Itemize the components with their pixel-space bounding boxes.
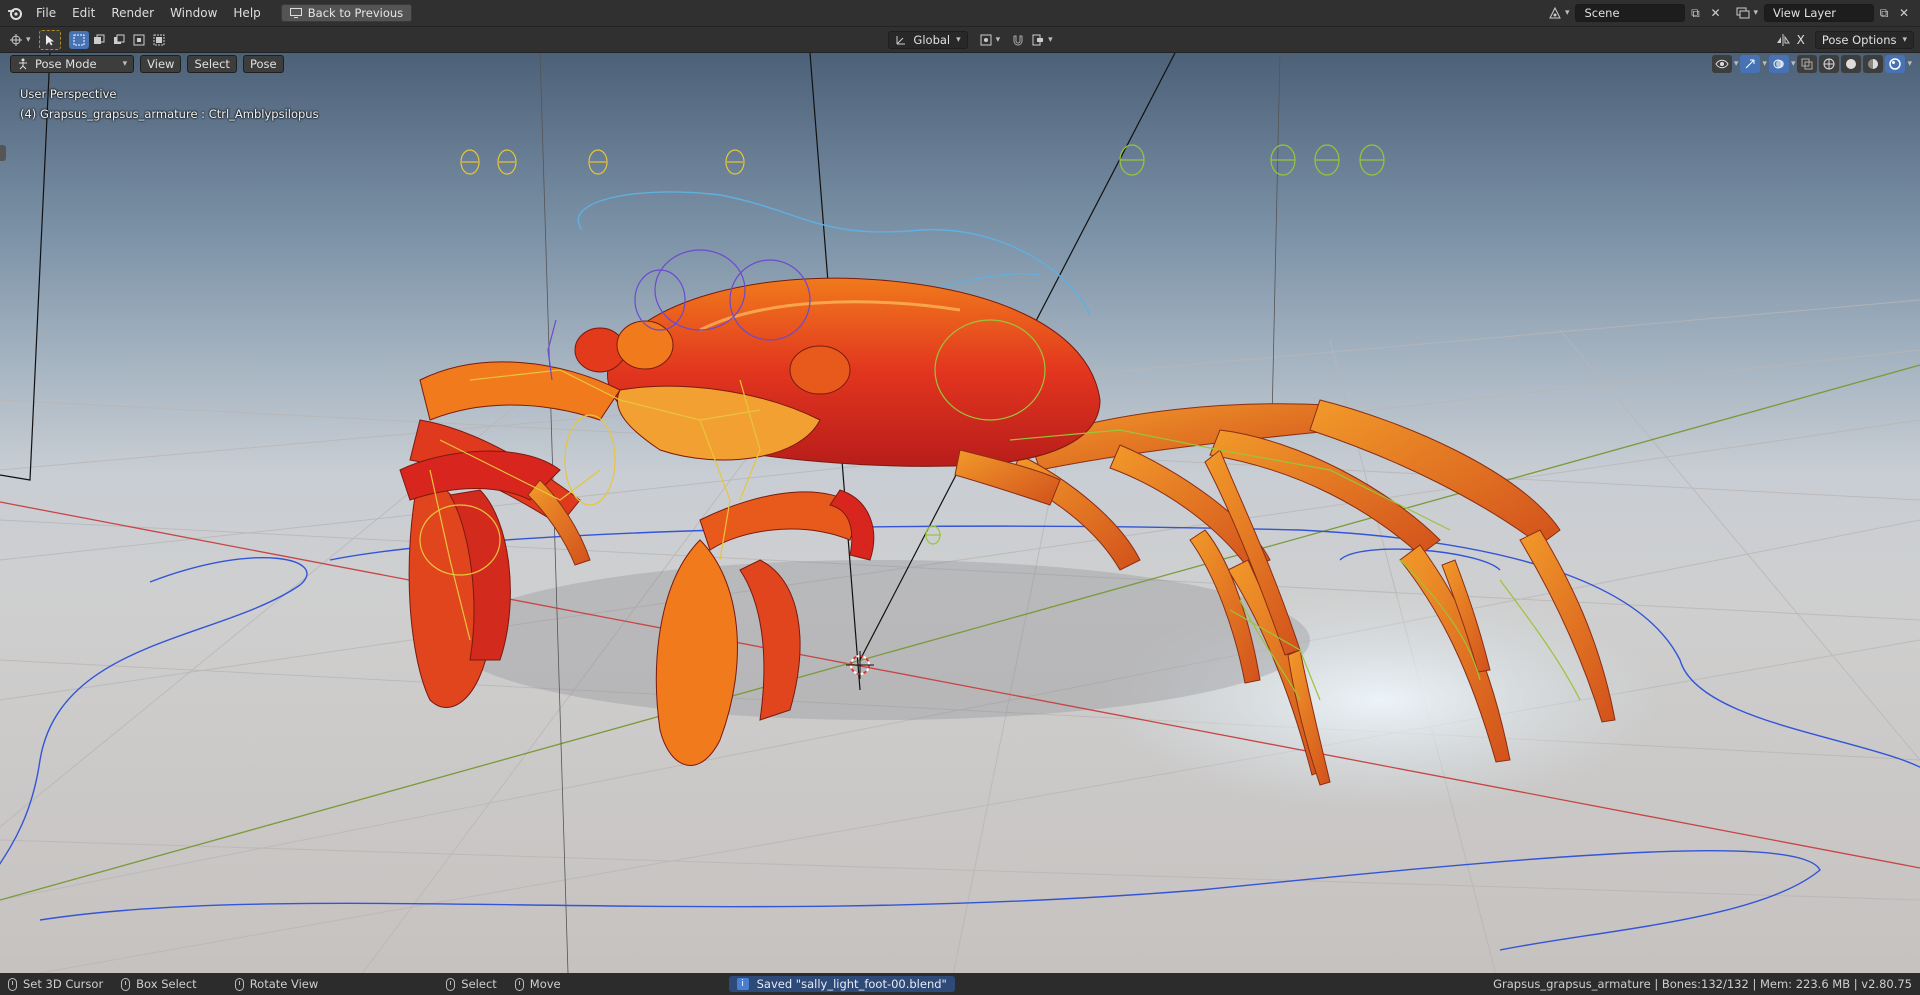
3d-viewport[interactable]: Pose Mode ▾ View Select Pose ▾ ▾ ▾ ▾ Use…	[0, 53, 1920, 973]
select-menu[interactable]: Select	[187, 55, 237, 73]
hint-label: Set 3D Cursor	[23, 977, 104, 991]
hint-label: Box Select	[136, 977, 197, 991]
select-extend-icon[interactable]	[89, 31, 109, 49]
snap-target-icon[interactable]	[1028, 31, 1048, 49]
close-scene-icon[interactable]: ✕	[1705, 4, 1725, 22]
editor-type-icon[interactable]	[6, 31, 26, 49]
chevron-down-icon[interactable]: ▾	[1762, 59, 1767, 69]
wireframe-shading-icon[interactable]	[1819, 55, 1840, 73]
view-layer-name-field[interactable]: View Layer	[1764, 4, 1874, 22]
rendered-shading-icon[interactable]	[1885, 55, 1906, 73]
new-scene-icon[interactable]: ⧉	[1685, 4, 1705, 22]
pose-options-label: Pose Options	[1821, 32, 1897, 47]
hint-set-3d-cursor: Set 3D Cursor	[8, 977, 103, 991]
select-new-icon[interactable]	[68, 30, 89, 49]
x-mirror-toggle[interactable]: X	[1793, 33, 1809, 47]
toolbar-toggle-tab[interactable]	[0, 145, 6, 161]
chevron-down-icon[interactable]: ▾	[1048, 35, 1053, 45]
orientation-icon	[896, 35, 906, 44]
pose-mode-icon	[19, 58, 27, 70]
solid-shading-icon[interactable]	[1841, 55, 1862, 73]
viewport-scene	[0, 53, 1920, 973]
mirror-icon[interactable]	[1773, 31, 1793, 49]
chevron-down-icon[interactable]: ▾	[1791, 59, 1796, 69]
close-view-layer-icon[interactable]: ✕	[1894, 4, 1914, 22]
overlays-icon[interactable]	[1768, 55, 1789, 73]
mouse-left-icon	[8, 977, 17, 991]
scene-browse-icon[interactable]	[1545, 4, 1565, 22]
select-intersect-icon[interactable]	[149, 31, 169, 49]
mouse-right-icon	[121, 977, 131, 991]
active-object-label: (4) Grapsus_grapsus_armature : Ctrl_Ambl…	[20, 107, 319, 121]
tool-header: ▾ Global ▾ ▾ ▾ X Pose Options ▾	[0, 26, 1920, 52]
mouse-left-icon	[446, 977, 456, 991]
menu-window[interactable]: Window	[162, 3, 225, 23]
chevron-down-icon[interactable]: ▾	[1734, 59, 1739, 69]
screen-icon	[289, 8, 302, 18]
back-to-previous-label: Back to Previous	[307, 6, 404, 20]
hint-label: Rotate View	[249, 977, 319, 991]
xray-toggle-icon[interactable]	[1797, 55, 1818, 73]
viewport-header-left: Pose Mode ▾ View Select Pose	[10, 55, 284, 73]
scene-statistics: Grapsus_grapsus_armature | Bones:132/132…	[1493, 977, 1912, 991]
info-icon: i	[736, 978, 749, 990]
hint-label: Select	[461, 977, 497, 991]
menu-render[interactable]: Render	[103, 3, 162, 23]
hint-select: Select	[446, 977, 497, 991]
blender-logo-icon[interactable]	[6, 4, 24, 22]
pose-menu[interactable]: Pose	[242, 55, 284, 73]
view-menu[interactable]: View	[140, 55, 182, 73]
hint-rotate-view: Rotate View	[234, 977, 319, 991]
select-tool-icon[interactable]	[38, 29, 61, 50]
menu-file[interactable]: File	[28, 3, 64, 23]
transform-orientation-label: Global	[913, 32, 951, 47]
hint-label: Move	[529, 977, 561, 991]
view-layer-browse-icon[interactable]	[1733, 4, 1753, 22]
status-bar: Set 3D Cursor Box Select Rotate View Sel…	[0, 973, 1920, 995]
chevron-down-icon: ▾	[1902, 34, 1908, 45]
visibility-eye-icon[interactable]	[1711, 55, 1732, 73]
transform-orientation-dropdown[interactable]: Global ▾	[888, 30, 968, 49]
back-to-previous-button[interactable]: Back to Previous	[280, 4, 413, 22]
hint-box-select: Box Select	[121, 977, 197, 991]
new-view-layer-icon[interactable]: ⧉	[1874, 4, 1894, 22]
hint-move: Move	[514, 977, 561, 991]
chevron-down-icon[interactable]: ▾	[1565, 8, 1570, 18]
menu-help[interactable]: Help	[225, 3, 268, 23]
mode-label: Pose Mode	[35, 57, 97, 71]
select-subtract-icon[interactable]	[109, 31, 129, 49]
mode-dropdown[interactable]: Pose Mode ▾	[10, 55, 135, 73]
perspective-label: User Perspective	[20, 87, 117, 101]
pivot-point-icon[interactable]	[976, 31, 996, 49]
viewport-header-right: ▾ ▾ ▾ ▾	[1711, 55, 1912, 73]
report-message[interactable]: i Saved "sally_light_foot-00.blend"	[728, 976, 955, 992]
top-bar: File Edit Render Window Help Back to Pre…	[0, 0, 1920, 26]
material-shading-icon[interactable]	[1863, 55, 1884, 73]
crab-shadow	[450, 560, 1310, 720]
chevron-down-icon: ▾	[122, 59, 128, 69]
chevron-down-icon: ▾	[956, 34, 961, 45]
chevron-down-icon[interactable]: ▾	[1907, 59, 1912, 69]
gizmo-icon[interactable]	[1740, 55, 1761, 73]
chevron-down-icon[interactable]: ▾	[996, 35, 1001, 45]
select-invert-icon[interactable]	[129, 31, 149, 49]
menu-edit[interactable]: Edit	[64, 3, 103, 23]
chevron-down-icon[interactable]: ▾	[1753, 8, 1758, 18]
report-text: Saved "sally_light_foot-00.blend"	[756, 977, 947, 991]
mouse-right-icon	[514, 977, 524, 991]
snap-icon[interactable]	[1008, 31, 1028, 49]
mouse-middle-icon	[234, 977, 244, 991]
chevron-down-icon[interactable]: ▾	[26, 35, 31, 45]
scene-name-field[interactable]: Scene	[1575, 4, 1686, 22]
pose-options-dropdown[interactable]: Pose Options ▾	[1814, 30, 1915, 49]
